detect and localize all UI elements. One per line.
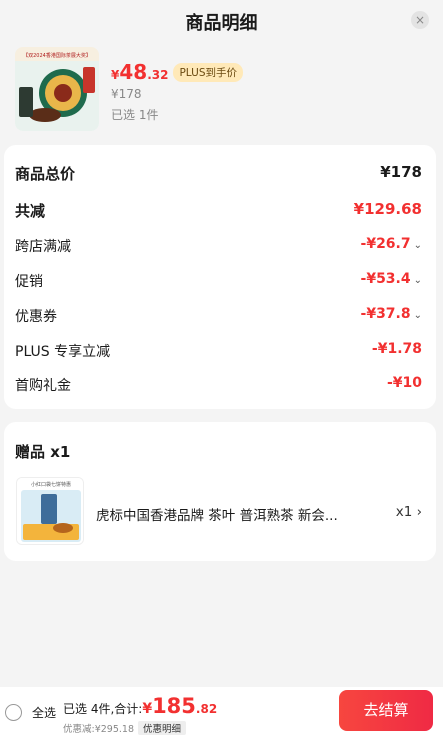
- discount-line: 优惠减:¥295.18 优惠明细: [63, 721, 187, 735]
- total-price-value: ¥178: [380, 163, 422, 181]
- first-purchase-value: -¥10: [386, 375, 422, 391]
- row-total-discount: 共减 ¥129.68: [4, 200, 436, 222]
- bottom-bar: 全选 已选 4件,合计:¥185.82 优惠减:¥295.18 优惠明细 去结算: [0, 687, 443, 738]
- price-summary-card: 商品总价 ¥178 共减 ¥129.68 跨店满减 -¥26.7 ⌄ 促销 -¥5…: [4, 145, 436, 409]
- total-line: 已选 4件,合计:¥185.82: [63, 694, 217, 718]
- row-first-purchase: 首购礼金 -¥10: [4, 375, 436, 397]
- product-price: ¥48.32 PLUS到手价: [111, 60, 243, 86]
- chevron-right-icon: ›: [416, 504, 422, 520]
- price-integer: 48: [119, 60, 148, 84]
- selected-total-prefix: 已选 4件,合计:: [63, 702, 143, 716]
- page-title: 商品明细: [185, 13, 258, 34]
- cross-store-value: -¥26.7 ⌄: [361, 236, 422, 252]
- promotion-amount: -¥53.4: [360, 271, 411, 287]
- total-symbol: ¥: [142, 701, 153, 717]
- gift-title: 赠品 x1: [15, 443, 71, 461]
- total-price-label: 商品总价: [15, 165, 76, 183]
- selected-count: 已选 1件: [111, 108, 159, 122]
- product-image-banner: 【双2024香港国际茶展大奖】: [23, 52, 91, 59]
- plus-discount-value: -¥1.78: [371, 341, 422, 357]
- row-plus-discount: PLUS 专享立减 -¥1.78: [4, 341, 436, 363]
- row-total-price: 商品总价 ¥178: [4, 163, 436, 185]
- chevron-down-icon: ⌄: [413, 240, 422, 251]
- total-integer: 185: [152, 694, 196, 718]
- product-image[interactable]: 【双2024香港国际茶展大奖】: [15, 47, 99, 131]
- cross-store-amount: -¥26.7: [360, 236, 411, 252]
- coupon-amount: -¥37.8: [360, 306, 411, 322]
- coupon-value: -¥37.8 ⌄: [361, 306, 422, 322]
- cross-store-label: 跨店满减: [15, 239, 71, 255]
- discount-text: 优惠减:¥295.18: [63, 724, 134, 735]
- total-discount-label: 共减: [15, 202, 46, 220]
- plus-discount-label: PLUS 专享立减: [15, 344, 111, 360]
- gift-qty-text: x1: [395, 504, 413, 520]
- original-price: ¥178: [111, 87, 142, 101]
- gift-image[interactable]: 小红口袋七饼特惠: [16, 477, 84, 545]
- total-decimal: .82: [195, 702, 218, 716]
- promotion-label: 促销: [15, 274, 43, 290]
- gift-name[interactable]: 虎标中国香港品牌 茶叶 普洱熟茶 新会...: [96, 504, 366, 524]
- discount-detail-button[interactable]: 优惠明细: [138, 721, 187, 735]
- close-icon[interactable]: ×: [411, 11, 429, 29]
- price-decimal: .32: [147, 68, 169, 82]
- gift-card: 赠品 x1 小红口袋七饼特惠 虎标中国香港品牌 茶叶 普洱熟茶 新会... x1…: [4, 422, 436, 561]
- row-cross-store[interactable]: 跨店满减 -¥26.7 ⌄: [4, 236, 436, 258]
- product-summary: 【双2024香港国际茶展大奖】 ¥48.32 PLUS到手价 ¥178 已选 1件: [0, 40, 443, 140]
- promotion-value: -¥53.4 ⌄: [361, 271, 422, 287]
- gift-quantity[interactable]: x1 ›: [396, 504, 422, 520]
- select-all-radio[interactable]: [5, 704, 22, 721]
- plus-price-badge: PLUS到手价: [173, 63, 243, 82]
- checkout-button[interactable]: 去结算: [339, 690, 433, 731]
- row-promotion[interactable]: 促销 -¥53.4 ⌄: [4, 271, 436, 293]
- row-coupon[interactable]: 优惠券 -¥37.8 ⌄: [4, 306, 436, 328]
- sheet-header: 商品明细 ×: [0, 0, 443, 40]
- chevron-down-icon: ⌄: [413, 275, 422, 286]
- first-purchase-label: 首购礼金: [15, 378, 71, 394]
- chevron-down-icon: ⌄: [413, 310, 422, 321]
- select-all-label[interactable]: 全选: [32, 704, 56, 721]
- coupon-label: 优惠券: [15, 309, 57, 325]
- total-discount-value: ¥129.68: [353, 200, 422, 218]
- detail-sheet: 商品明细 × 【双2024香港国际茶展大奖】 ¥48.32 PLUS到手价 ¥17…: [0, 0, 443, 738]
- gift-image-label: 小红口袋七饼特惠: [31, 481, 71, 488]
